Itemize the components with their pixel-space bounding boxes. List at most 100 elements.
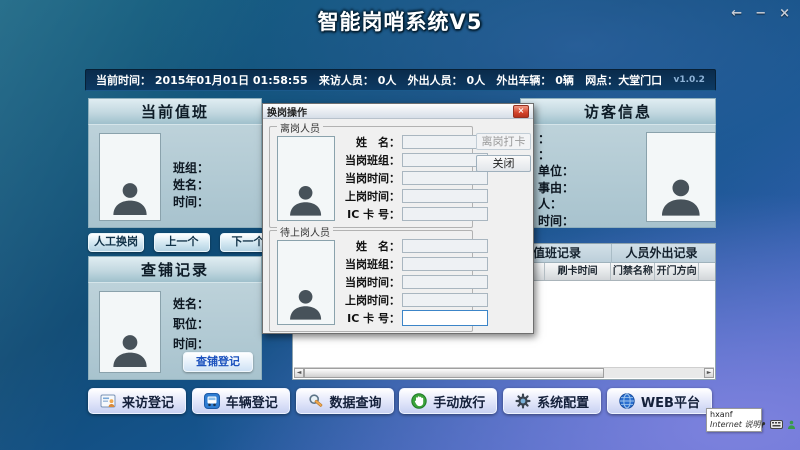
incoming-start-time-row: 上岗时间： bbox=[338, 293, 488, 307]
bed-name-label: 姓名： bbox=[173, 295, 209, 312]
bed-position-label: 职位： bbox=[173, 315, 209, 332]
vehicle-register-button[interactable]: 车辆登记 bbox=[192, 388, 290, 414]
clock-out-button: 离岗打卡 bbox=[476, 133, 531, 150]
leaving-duty-time-label: 当岗时间： bbox=[338, 170, 400, 186]
web-platform-button[interactable]: WEB平台 bbox=[607, 388, 712, 414]
leaving-group: 离岗人员 姓 名： 当岗班组： 当岗时间： 上岗时间： IC 卡 号： bbox=[269, 126, 473, 228]
incoming-avatar bbox=[277, 240, 335, 325]
person-icon bbox=[113, 183, 146, 215]
hand-icon bbox=[411, 393, 427, 409]
bed-check-avatar bbox=[99, 291, 161, 373]
manual-shift-button[interactable]: 人工换岗 bbox=[88, 233, 144, 252]
tab-out-records[interactable]: 人员外出记录 bbox=[611, 244, 711, 263]
incoming-team-row: 当岗班组： bbox=[338, 257, 488, 271]
ime-tooltip: hxanf Internet 说明 bbox=[706, 408, 762, 432]
visitor-time-label: 时间： bbox=[538, 212, 574, 229]
gear-icon bbox=[515, 393, 531, 409]
data-query-button[interactable]: 数据查询 bbox=[296, 388, 394, 414]
bed-time-label: 时间： bbox=[173, 335, 209, 352]
vehicle-register-label: 车辆登记 bbox=[226, 392, 278, 411]
person-icon bbox=[662, 179, 700, 215]
dialog-close-button[interactable]: 关闭 bbox=[476, 155, 531, 172]
status-current-time: 当前时间： 2015年01月01日 01:58:55 bbox=[96, 72, 308, 88]
leaving-team-row: 当岗班组： bbox=[338, 153, 488, 167]
leaving-ic-input bbox=[402, 207, 488, 221]
visitor-form-icon bbox=[100, 393, 116, 409]
incoming-duty-time-label: 当岗时间： bbox=[338, 274, 400, 290]
scrollbar-thumb[interactable] bbox=[304, 368, 604, 378]
incoming-ic-input[interactable] bbox=[402, 310, 488, 326]
visitor-body: ： ： 单位： 事由： 人： 时间： bbox=[520, 124, 716, 228]
window-controls: ← − × bbox=[731, 7, 790, 21]
minimize-icon[interactable]: − bbox=[755, 7, 766, 21]
bed-check-title: 查铺记录 bbox=[88, 256, 262, 282]
person-icon bbox=[290, 186, 321, 216]
visitor-label-2: ： bbox=[538, 146, 550, 163]
app-title: 智能岗哨系统V5 bbox=[0, 6, 800, 36]
visitor-title: 访客信息 bbox=[520, 98, 716, 124]
visitor-label-1: ： bbox=[538, 130, 550, 147]
current-duty-avatar bbox=[99, 133, 161, 221]
globe-icon bbox=[619, 393, 635, 409]
incoming-group: 待上岗人员 姓 名： 当岗班组： 当岗时间： 上岗时间： IC 卡 号： bbox=[269, 230, 473, 332]
current-duty-panel: 当前值班 班组： 姓名： 时间： bbox=[88, 98, 262, 228]
keyboard-icon[interactable] bbox=[770, 420, 783, 429]
leaving-group-title: 离岗人员 bbox=[277, 120, 323, 135]
visitor-person-label: 人： bbox=[538, 195, 562, 212]
dialog-titlebar[interactable]: 换岗操作 × bbox=[263, 104, 533, 119]
system-config-button[interactable]: 系统配置 bbox=[503, 388, 601, 414]
col-door-direction: 开门方向 bbox=[655, 263, 699, 280]
manual-release-button[interactable]: 手动放行 bbox=[399, 388, 497, 414]
vehicle-icon bbox=[204, 393, 220, 409]
leaving-name-row: 姓 名： bbox=[338, 135, 488, 149]
manual-release-label: 手动放行 bbox=[433, 392, 485, 411]
person-icon bbox=[290, 290, 321, 320]
status-visitors: 来访人员： 0人 bbox=[319, 72, 397, 88]
leaving-avatar bbox=[277, 136, 335, 221]
duty-team-label: 班组： bbox=[173, 159, 209, 176]
search-icon bbox=[308, 393, 324, 409]
bed-check-register-button[interactable]: 查铺登记 bbox=[183, 352, 253, 372]
leaving-start-time-label: 上岗时间： bbox=[338, 188, 400, 204]
visitor-avatar bbox=[646, 132, 716, 222]
visitor-register-label: 来访登记 bbox=[122, 392, 174, 411]
dialog-close-icon[interactable]: × bbox=[513, 105, 529, 118]
duty-name-label: 姓名： bbox=[173, 176, 209, 193]
incoming-duty-time-input bbox=[402, 275, 488, 289]
shift-change-dialog: 换岗操作 × 离岗人员 姓 名： 当岗班组： 当岗时间： 上岗时间： IC 卡 … bbox=[262, 103, 534, 334]
duty-buttons: 人工换岗 上一个 下一个 bbox=[88, 233, 270, 252]
incoming-name-input bbox=[402, 239, 488, 253]
visitor-unit-label: 单位： bbox=[538, 162, 574, 179]
prev-button[interactable]: 上一个 bbox=[154, 233, 210, 252]
system-config-label: 系统配置 bbox=[537, 392, 589, 411]
status-out-people: 外出人员： 0人 bbox=[408, 72, 486, 88]
leaving-duty-time-input bbox=[402, 171, 488, 185]
dialog-title: 换岗操作 bbox=[267, 104, 513, 119]
close-icon[interactable]: × bbox=[779, 7, 790, 21]
leaving-name-label: 姓 名： bbox=[338, 134, 400, 150]
ime-status-icon[interactable] bbox=[787, 420, 796, 430]
back-icon[interactable]: ← bbox=[731, 7, 742, 21]
incoming-name-row: 姓 名： bbox=[338, 239, 488, 253]
bottom-toolbar: 来访登记 车辆登记 数据查询 手动放行 系统配置 WEB平台 bbox=[88, 388, 712, 414]
desktop-background: 智能岗哨系统V5 ← − × 当前时间： 2015年01月01日 01:58:5… bbox=[0, 0, 800, 450]
incoming-start-time-label: 上岗时间： bbox=[338, 292, 400, 308]
web-platform-label: WEB平台 bbox=[641, 392, 700, 411]
horizontal-scrollbar[interactable]: ◄ ► bbox=[294, 367, 714, 378]
incoming-group-title: 待上岗人员 bbox=[277, 224, 333, 239]
visitor-register-button[interactable]: 来访登记 bbox=[88, 388, 186, 414]
bed-check-panel: 查铺记录 姓名： 职位： 时间： 查铺登记 bbox=[88, 256, 262, 380]
language-bar bbox=[758, 419, 800, 430]
leaving-ic-row: IC 卡 号： bbox=[338, 207, 488, 221]
bed-check-body: 姓名： 职位： 时间： 查铺登记 bbox=[88, 282, 262, 380]
scroll-left-icon[interactable]: ◄ bbox=[294, 368, 304, 378]
col-door-name: 门禁名称 bbox=[611, 263, 655, 280]
col-extra bbox=[699, 263, 715, 280]
status-out-vehicles: 外出车辆： 0辆 bbox=[496, 72, 574, 88]
visitor-reason-label: 事由： bbox=[538, 179, 574, 196]
incoming-ic-row: IC 卡 号： bbox=[338, 311, 488, 325]
duty-time-label: 时间： bbox=[173, 193, 209, 210]
incoming-team-input bbox=[402, 257, 488, 271]
current-duty-body: 班组： 姓名： 时间： bbox=[88, 124, 262, 228]
scroll-right-icon[interactable]: ► bbox=[704, 368, 714, 378]
